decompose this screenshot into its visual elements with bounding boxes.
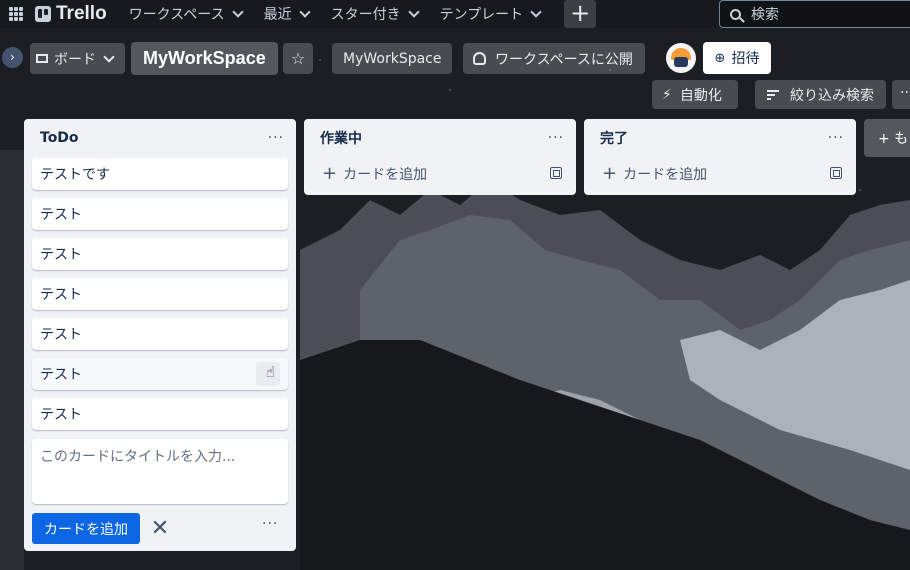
list-menu-button[interactable]: ··· [268,130,284,146]
hand-cursor-icon: ☝ [265,363,275,381]
search-icon [730,8,741,20]
visibility-label: ワークスペースに公開 [495,51,633,68]
board-title[interactable]: MyWorkSpace [131,42,278,75]
nav-workspaces[interactable]: ワークスペース [128,4,244,24]
nav-templates-label: テンプレート [439,7,524,23]
chevron-down-icon [231,6,244,18]
plus-icon: + [602,162,618,184]
top-nav: Trello ワークスペース 最近 スター付き テンプレート + 検索 [0,0,910,28]
filter-button[interactable]: 絞り込み検索 [755,80,886,109]
add-card-label: カードを追加 [623,166,708,183]
automation-label: 自動化 [679,87,722,104]
card[interactable]: テストです [32,158,288,190]
card-title: テスト [40,327,82,343]
board-menu-button[interactable]: ··· [892,80,910,109]
card-composer [32,439,288,504]
card[interactable]: テスト [32,318,288,350]
card[interactable]: テスト [32,198,288,230]
workspace-button[interactable]: MyWorkSpace [332,43,453,74]
nav-recent-label: 最近 [263,7,292,23]
card-title: テスト [40,207,82,223]
add-list-button[interactable]: + も [864,119,910,157]
filter-label: 絞り込み検索 [790,87,874,104]
board-header: › ボード MyWorkSpace ☆ MyWorkSpace ワークスペースに… [0,40,910,76]
list-title[interactable]: 完了 [600,128,628,148]
nav-workspaces-label: ワークスペース [128,7,225,23]
trello-logo-icon [35,6,51,22]
trello-logo[interactable]: Trello [35,3,107,25]
list-menu-button[interactable]: ··· [548,130,564,146]
nav-starred-label: スター付き [330,7,401,23]
chevron-down-icon [407,6,420,18]
board-view-label: ボード [54,51,96,68]
board-view-icon [36,54,48,63]
star-icon: ☆ [290,49,306,68]
nav-starred[interactable]: スター付き [330,4,420,24]
nav-templates[interactable]: テンプレート [439,4,542,24]
chevron-down-icon [298,6,311,18]
automation-button[interactable]: ⚡ 自動化 [652,80,738,109]
people-icon [473,52,486,65]
expand-sidebar-button[interactable]: › [2,47,23,68]
add-card-button[interactable]: カードを追加 [32,513,140,544]
card[interactable]: テスト ☝ [32,358,288,390]
card-title: テスト [40,287,82,303]
composer-more-button[interactable]: ··· [262,516,278,532]
card-template-icon[interactable] [830,167,842,179]
list-todo: ToDo ··· テストです テスト テスト テスト テスト テスト ☝ テスト… [24,119,296,551]
star-button[interactable]: ☆ [283,43,313,74]
add-person-icon: ⊕ [714,50,726,66]
close-icon[interactable]: ✕ [150,513,170,544]
card-title: テスト [40,407,82,423]
filter-icon [767,89,779,100]
list-done: 完了 ··· + カードを追加 [584,119,856,195]
add-card-link[interactable]: + カードを追加 [602,163,707,184]
avatar-face [674,57,688,67]
add-card-row[interactable]: + カードを追加 [584,157,856,189]
list-menu-button[interactable]: ··· [828,130,844,146]
list-header: ToDo ··· [24,119,296,157]
card[interactable]: テスト [32,238,288,270]
card-template-icon[interactable] [550,167,562,179]
lightning-icon: ⚡ [662,86,672,103]
add-card-link[interactable]: + カードを追加 [322,163,427,184]
add-card-label: カードを追加 [343,166,428,183]
card-title: テスト [40,367,82,383]
board-view-switcher[interactable]: ボード [30,43,125,74]
chevron-down-icon [103,50,115,63]
card-title-input[interactable] [32,439,288,504]
card[interactable]: テスト [32,398,288,430]
nav-recent[interactable]: 最近 [263,4,311,24]
add-card-row[interactable]: + カードを追加 [304,157,576,189]
invite-button[interactable]: ⊕ 招待 [703,42,771,74]
visibility-button[interactable]: ワークスペースに公開 [463,43,645,74]
search-input[interactable]: 検索 [719,0,910,28]
list-title[interactable]: 作業中 [320,128,362,148]
app-switcher-icon[interactable] [9,7,23,21]
list-title[interactable]: ToDo [40,130,79,146]
card[interactable]: テスト [32,278,288,310]
search-placeholder: 検索 [751,7,779,23]
card-title: テスト [40,247,82,263]
create-button[interactable]: + [564,0,597,28]
list-in-progress: 作業中 ··· + カードを追加 [304,119,576,195]
list-header: 完了 ··· [584,119,856,157]
app-name: Trello [56,3,107,24]
list-header: 作業中 ··· [304,119,576,157]
plus-icon: + [322,162,338,184]
invite-label: 招待 [731,51,760,67]
card-title: テストです [40,167,110,183]
avatar[interactable] [666,43,696,73]
chevron-down-icon [530,6,542,18]
